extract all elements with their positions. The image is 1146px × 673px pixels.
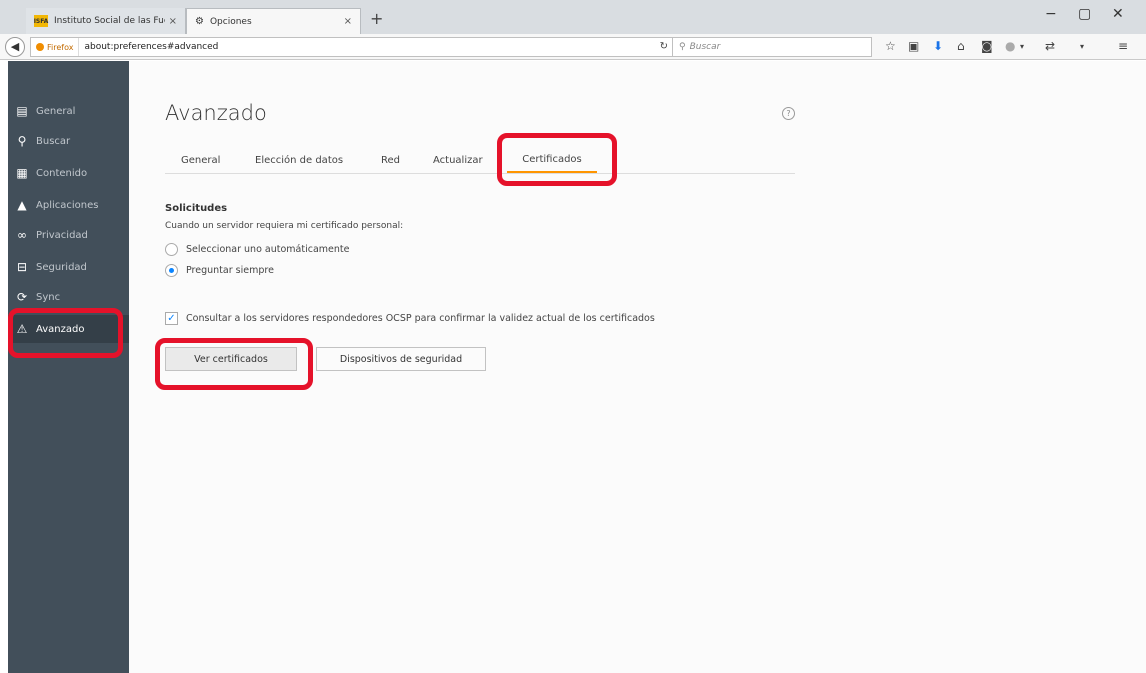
tab-bar: ISFA Instituto Social de las Fuer... × ⚙… — [0, 0, 1146, 34]
sidebar-item-label: General — [36, 105, 76, 117]
checkmark-icon[interactable]: ✓ — [165, 311, 178, 325]
general-icon: ▤ — [16, 104, 28, 118]
ocsp-checkbox-row[interactable]: ✓ Consultar a los servidores respondedor… — [165, 310, 655, 326]
sidebar-item-label: Contenido — [36, 167, 88, 179]
highlight-avanzado — [8, 308, 123, 358]
advanced-tabs: General Elección de datos Red Actualizar… — [165, 147, 795, 174]
search-input[interactable]: ⚲ Buscar — [672, 37, 872, 57]
sidebar-item-buscar[interactable]: ⚲ Buscar — [8, 127, 129, 155]
sidebar-item-label: Seguridad — [36, 261, 87, 273]
minimize-button[interactable]: − — [1045, 6, 1057, 22]
radio-button[interactable] — [165, 242, 178, 256]
sidebar-item-contenido[interactable]: ▦ Contenido — [8, 159, 129, 187]
url-text[interactable]: about:preferences#advanced — [79, 42, 218, 52]
close-window-button[interactable]: ✕ — [1112, 6, 1124, 22]
identity-label: Firefox — [47, 42, 74, 52]
url-bar[interactable]: Firefox about:preferences#advanced ↻ — [30, 37, 675, 57]
browser-tab-title: Opciones — [209, 16, 252, 27]
dropdown-arrow-icon[interactable]: ▾ — [1020, 42, 1024, 51]
radio-select-automatically[interactable]: Seleccionar uno automáticamente — [165, 241, 349, 257]
sidebar-item-sync[interactable]: ⟳ Sync — [8, 283, 129, 311]
new-tab-button[interactable]: + — [370, 9, 383, 28]
search-placeholder: Buscar — [689, 42, 721, 52]
radio-ask-always[interactable]: Preguntar siempre — [165, 262, 274, 278]
radio-button[interactable] — [165, 263, 178, 277]
section-title: Solicitudes — [165, 203, 228, 214]
browser-tab-isfa[interactable]: ISFA Instituto Social de las Fuer... × — [26, 8, 186, 34]
security-devices-button[interactable]: Dispositivos de seguridad — [316, 347, 486, 371]
tab-general[interactable]: General — [181, 147, 220, 173]
identity-badge[interactable]: Firefox — [31, 38, 80, 56]
radio-label: Preguntar siempre — [186, 264, 274, 276]
ocsp-checkbox-label: Consultar a los servidores respondedores… — [186, 312, 655, 324]
browser-tab-opciones[interactable]: ⚙ Opciones × — [186, 8, 361, 34]
sidebar-item-general[interactable]: ▤ General — [8, 97, 129, 125]
downloads-icon[interactable]: ⬇ — [933, 39, 943, 53]
sidebar-item-label: Aplicaciones — [36, 199, 99, 211]
tab-actualizar[interactable]: Actualizar — [433, 147, 483, 173]
sidebar-item-privacidad[interactable]: ∞ Privacidad — [8, 221, 129, 249]
extension-icon[interactable]: ⇄ — [1045, 39, 1055, 53]
back-arrow-icon: ◀ — [10, 40, 20, 53]
tab-red[interactable]: Red — [381, 147, 400, 173]
certificate-request-description: Cuando un servidor requiera mi certifica… — [165, 221, 404, 231]
close-tab-icon[interactable]: × — [344, 16, 352, 27]
sidebar-item-aplicaciones[interactable]: ▲ Aplicaciones — [8, 191, 129, 219]
reload-icon[interactable]: ↻ — [660, 41, 668, 52]
sidebar-item-label: Privacidad — [36, 229, 88, 241]
content-icon: ▦ — [16, 166, 28, 180]
highlight-certificados-tab — [497, 133, 617, 186]
isfa-favicon-icon: ISFA — [34, 15, 48, 27]
bookmark-star-icon[interactable]: ☆ — [885, 39, 896, 53]
pocket-icon[interactable]: ◙ — [981, 39, 993, 53]
lock-icon: ⊟ — [16, 260, 28, 274]
hamburger-menu-icon[interactable]: ≡ — [1118, 39, 1128, 53]
gear-icon: ⚙ — [195, 16, 204, 27]
help-icon[interactable]: ? — [782, 107, 795, 120]
radio-label: Seleccionar uno automáticamente — [186, 243, 350, 255]
firefox-logo-icon — [36, 43, 44, 51]
tab-eleccion-de-datos[interactable]: Elección de datos — [255, 147, 343, 173]
sidebar-item-label: Sync — [36, 291, 61, 303]
dropdown-arrow-icon[interactable]: ▾ — [1080, 42, 1084, 51]
home-icon[interactable]: ⌂ — [957, 39, 965, 53]
search-icon: ⚲ — [17, 134, 27, 148]
back-button[interactable]: ◀ — [5, 37, 25, 57]
addon-icon[interactable]: ● — [1005, 39, 1015, 53]
page-title: Avanzado — [165, 101, 267, 125]
search-icon: ⚲ — [679, 42, 686, 52]
bookmarks-menu-icon[interactable]: ▣ — [908, 39, 919, 53]
browser-tab-title: Instituto Social de las Fuer... — [54, 16, 165, 26]
close-tab-icon[interactable]: × — [169, 16, 177, 27]
preferences-sidebar: ▤ General ⚲ Buscar ▦ Contenido ▲ Aplicac… — [8, 61, 129, 673]
privacy-mask-icon: ∞ — [17, 228, 27, 242]
applications-icon: ▲ — [17, 198, 27, 212]
highlight-view-certificates — [155, 338, 313, 390]
sidebar-item-label: Buscar — [36, 135, 71, 147]
sync-icon: ⟳ — [16, 290, 28, 304]
maximize-button[interactable]: ▢ — [1078, 6, 1091, 22]
sidebar-item-seguridad[interactable]: ⊟ Seguridad — [8, 253, 129, 281]
navigation-toolbar: ◀ Firefox about:preferences#advanced ↻ ⚲… — [0, 34, 1146, 60]
